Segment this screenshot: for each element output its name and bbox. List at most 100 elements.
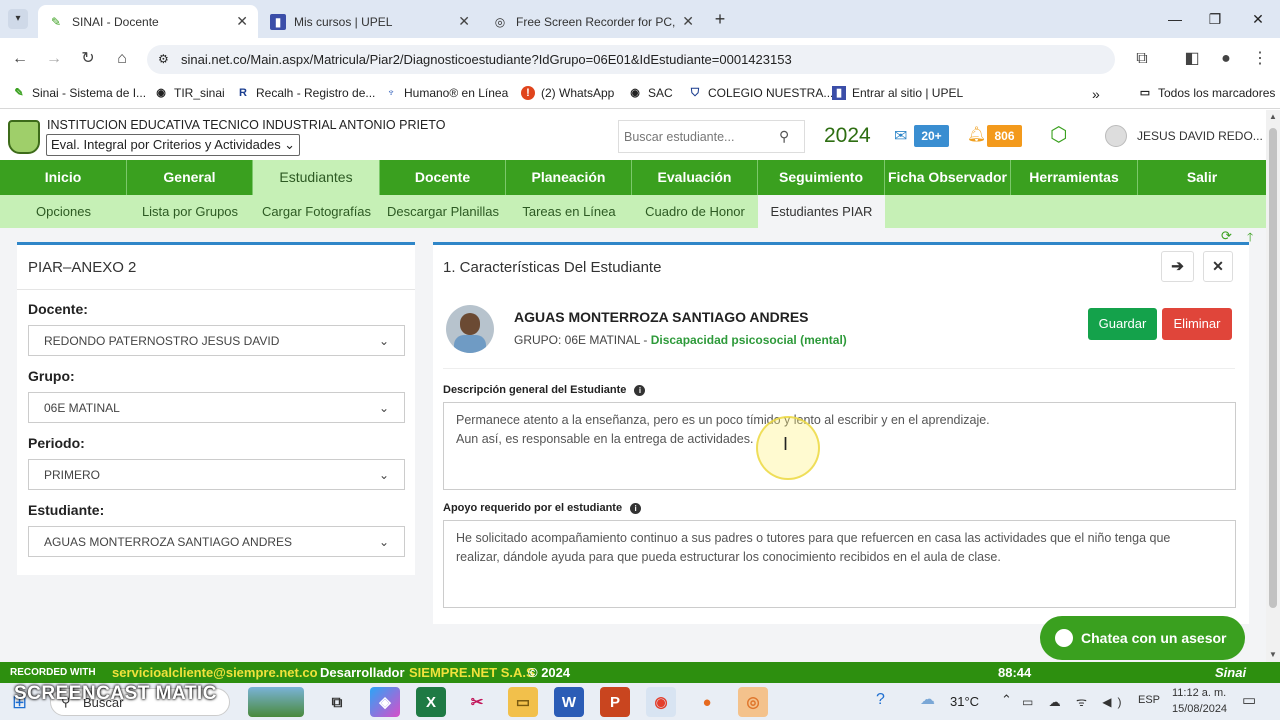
extensions-icon[interactable]: ⧉ xyxy=(1130,47,1154,71)
screencast-app-icon[interactable]: ◎ xyxy=(738,687,768,717)
cube-icon[interactable]: ⬡ xyxy=(1050,122,1067,147)
tab-upel[interactable]: ▮ Mis cursos | UPEL ✕ xyxy=(260,5,480,38)
developer-name[interactable]: SIEMPRE.NET S.A.S xyxy=(409,662,535,683)
tab-screen-recorder[interactable]: ◎ Free Screen Recorder for PC, M ✕ xyxy=(482,5,704,38)
weather-icon[interactable]: ☁ xyxy=(920,690,935,708)
menu-salir[interactable]: Salir xyxy=(1138,160,1266,195)
minimize-icon[interactable]: — xyxy=(1160,8,1190,30)
powerpoint-icon[interactable]: P xyxy=(600,687,630,717)
chevron-down-icon: ⌄ xyxy=(378,333,389,348)
more-bookmarks-icon[interactable]: » xyxy=(1092,86,1100,102)
back-icon[interactable]: ← xyxy=(8,47,32,71)
submenu-lista-grupos[interactable]: Lista por Grupos xyxy=(127,195,253,228)
task-view-icon[interactable]: ⧉ xyxy=(322,687,352,717)
menu-kebab-icon[interactable]: ⋮ xyxy=(1248,47,1272,71)
landscape-widget-icon[interactable] xyxy=(248,687,304,717)
menu-general[interactable]: General xyxy=(127,160,253,195)
clock-time[interactable]: 11:12 a. m. xyxy=(1172,687,1226,699)
menu-inicio[interactable]: Inicio xyxy=(0,160,127,195)
bookmark-recalh[interactable]: R Recalh - Registro de... xyxy=(236,86,375,100)
bookmark-colegio[interactable]: ⛉ COLEGIO NUESTRA... xyxy=(688,86,833,100)
avatar[interactable] xyxy=(1105,125,1127,147)
upel-favicon-icon: ▮ xyxy=(832,86,846,100)
notifications-icon[interactable]: ▭ xyxy=(1242,691,1256,709)
home-icon[interactable]: ⌂ xyxy=(110,47,134,71)
bookmark-whatsapp[interactable]: ! (2) WhatsApp xyxy=(521,86,614,100)
site-info-icon[interactable]: ⚙ xyxy=(158,52,169,66)
clock-date[interactable]: 15/08/2024 xyxy=(1172,703,1227,715)
tray-icons[interactable]: ▭ ☁ ᯤ ◀) xyxy=(1022,693,1128,710)
bell-icon[interactable]: 🔔︎ xyxy=(967,125,986,143)
close-tab-icon[interactable]: ✕ xyxy=(682,13,694,30)
submenu-cuadro-honor[interactable]: Cuadro de Honor xyxy=(632,195,758,228)
excel-icon[interactable]: X xyxy=(416,687,446,717)
new-tab-icon[interactable]: + xyxy=(710,9,730,29)
profile-icon[interactable]: ● xyxy=(1214,47,1238,71)
scroll-up-icon[interactable]: ▲ xyxy=(1269,112,1277,121)
bookmark-upel[interactable]: ▮ Entrar al sitio | UPEL xyxy=(832,86,963,100)
user-name[interactable]: JESUS DAVID REDO... xyxy=(1137,129,1263,143)
scroll-thumb[interactable] xyxy=(1269,128,1277,608)
menu-herramientas[interactable]: Herramientas xyxy=(1011,160,1138,195)
submenu-tareas-linea[interactable]: Tareas en Línea xyxy=(506,195,632,228)
info-icon[interactable]: i xyxy=(630,503,642,514)
mode-select[interactable]: Eval. Integral por Criterios y Actividad… xyxy=(46,134,300,156)
snipping-tool-icon[interactable]: ✂ xyxy=(462,687,492,717)
chat-button[interactable]: Chatea con un asesor xyxy=(1040,616,1245,660)
menu-evaluacion[interactable]: Evaluación xyxy=(632,160,758,195)
tab-sinai[interactable]: ✎ SINAI - Docente ✕ xyxy=(38,5,258,38)
next-arrow-icon[interactable]: ➔ xyxy=(1161,251,1194,282)
copilot-icon[interactable]: ◈ xyxy=(370,687,400,717)
support-textarea[interactable]: He solicitado acompañamiento continuo a … xyxy=(443,520,1236,608)
bookmark-humano[interactable]: ♆ Humano® en Línea xyxy=(384,86,508,100)
search-icon[interactable]: ⚲ xyxy=(779,128,789,145)
description-textarea[interactable]: Permanece atento a la enseñanza, pero es… xyxy=(443,402,1236,490)
restore-icon[interactable]: ❐ xyxy=(1200,8,1230,30)
temperature[interactable]: 31°C xyxy=(950,694,979,709)
submenu-opciones[interactable]: Opciones xyxy=(0,195,127,228)
close-tab-icon[interactable]: ✕ xyxy=(458,13,470,30)
menu-seguimiento[interactable]: Seguimiento xyxy=(758,160,885,195)
address-bar[interactable]: ⚙ sinai.net.co/Main.aspx/Matricula/Piar2… xyxy=(147,45,1115,74)
menu-ficha-observador[interactable]: Ficha Observador xyxy=(885,160,1011,195)
tray-chevron-icon[interactable]: ⌃ xyxy=(1001,692,1012,708)
grupo-select[interactable]: 06E MATINAL ⌄ xyxy=(28,392,405,423)
firefox-icon[interactable]: ● xyxy=(692,687,722,717)
file-explorer-icon[interactable]: ▭ xyxy=(508,687,538,717)
tab-search-button[interactable]: ▾ xyxy=(8,9,28,29)
close-window-icon[interactable]: ✕ xyxy=(1243,8,1273,30)
submenu-estudiantes-piar[interactable]: Estudiantes PIAR xyxy=(758,195,885,228)
language[interactable]: ESP xyxy=(1138,694,1160,706)
periodo-select[interactable]: PRIMERO ⌄ xyxy=(28,459,405,490)
bookmark-sac[interactable]: ◉ SAC xyxy=(628,86,673,100)
copyright: © 2024 xyxy=(528,665,571,680)
reload-icon[interactable]: ↻ xyxy=(76,47,100,71)
chrome-icon[interactable]: ◉ xyxy=(646,687,676,717)
close-tab-icon[interactable]: ✕ xyxy=(236,13,248,30)
bookmark-sinai[interactable]: ✎ Sinai - Sistema de I... xyxy=(12,86,146,100)
submenu-cargar-fotografias[interactable]: Cargar Fotografías xyxy=(253,195,380,228)
mail-icon[interactable]: ✉ xyxy=(894,126,907,146)
estudiante-select[interactable]: AGUAS MONTERROZA SANTIAGO ANDRES ⌄ xyxy=(28,526,405,557)
side-panel-icon[interactable]: ◧ xyxy=(1180,47,1204,71)
help-icon[interactable]: ? xyxy=(876,691,885,709)
student-search[interactable]: Buscar estudiante... ⚲ xyxy=(618,120,805,153)
word-icon[interactable]: W xyxy=(554,687,584,717)
menu-docente[interactable]: Docente xyxy=(380,160,506,195)
info-icon[interactable]: i xyxy=(634,385,646,396)
menu-estudiantes[interactable]: Estudiantes xyxy=(253,160,380,195)
menu-planeacion[interactable]: Planeación xyxy=(506,160,632,195)
support-email[interactable]: servicioalcliente@siempre.net.co xyxy=(112,662,318,683)
search-input[interactable]: Buscar estudiante... xyxy=(624,130,734,144)
chevron-down-icon: ⌄ xyxy=(378,467,389,482)
docente-select[interactable]: REDONDO PATERNOSTRO JESUS DAVID ⌄ xyxy=(28,325,405,356)
submenu-descargar-planillas[interactable]: Descargar Planillas xyxy=(380,195,506,228)
page-scrollbar[interactable]: ▲ ▼ xyxy=(1266,110,1280,662)
all-bookmarks[interactable]: ▭ Todos los marcadores xyxy=(1138,86,1276,100)
save-button[interactable]: Guardar xyxy=(1088,308,1157,340)
forward-icon[interactable]: → xyxy=(42,47,66,71)
scroll-down-icon[interactable]: ▼ xyxy=(1269,650,1277,659)
delete-button[interactable]: Eliminar xyxy=(1162,308,1232,340)
close-icon[interactable]: ✕ xyxy=(1203,251,1233,282)
bookmark-tir[interactable]: ◉ TIR_sinai xyxy=(154,86,225,100)
